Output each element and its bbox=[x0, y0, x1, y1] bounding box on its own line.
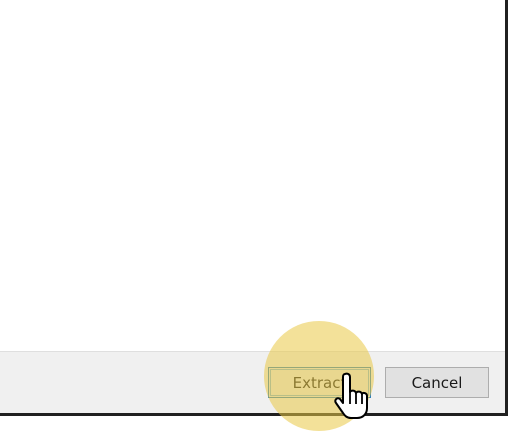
extract-button[interactable]: Extract bbox=[268, 367, 371, 398]
cancel-button-label: Cancel bbox=[411, 373, 463, 392]
focus-ring bbox=[270, 369, 369, 396]
dialog-content-area bbox=[0, 0, 505, 351]
window-border-right bbox=[505, 0, 508, 416]
cancel-button[interactable]: Cancel bbox=[385, 367, 489, 398]
window-border-bottom bbox=[0, 413, 508, 416]
extract-dialog: Extract Cancel bbox=[0, 0, 505, 413]
dialog-footer: Extract Cancel bbox=[0, 351, 505, 413]
